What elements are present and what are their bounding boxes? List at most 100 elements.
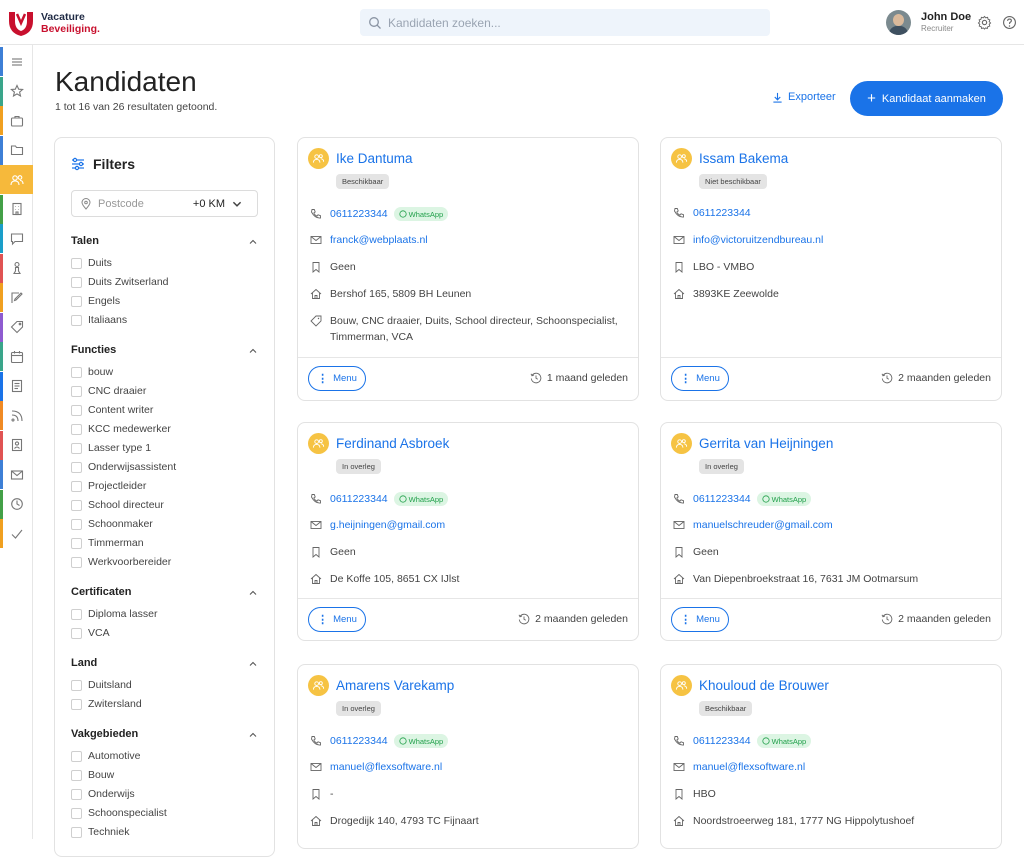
phone-link[interactable]: 0611223344 (693, 735, 751, 747)
email-link[interactable]: manuel@flexsoftware.nl (330, 761, 442, 773)
postcode-input[interactable]: Postcode (98, 198, 193, 210)
email-link[interactable]: info@victoruitzendbureau.nl (693, 234, 823, 246)
filter-group-title[interactable]: Functies (71, 344, 116, 356)
filter-option[interactable]: Bouw (71, 769, 114, 781)
checkbox[interactable] (71, 366, 82, 378)
email-link[interactable]: manuel@flexsoftware.nl (693, 761, 805, 773)
candidate-name[interactable]: Ferdinand Asbroek (336, 436, 449, 451)
filter-option[interactable]: Techniek (71, 826, 129, 838)
candidate-name[interactable]: Amarens Varekamp (336, 678, 454, 693)
filter-group-title[interactable]: Talen (71, 235, 99, 247)
menu-button[interactable]: ⋮ Menu (308, 607, 366, 632)
chevron-up-icon[interactable] (248, 346, 258, 356)
filter-option[interactable]: Projectleider (71, 480, 146, 492)
sidebar-item-person[interactable] (0, 253, 33, 283)
checkbox[interactable] (71, 295, 82, 307)
checkbox[interactable] (71, 461, 82, 473)
sidebar-item-check[interactable] (0, 519, 33, 548)
help-icon[interactable] (1002, 15, 1017, 30)
checkbox[interactable] (71, 750, 82, 762)
create-candidate-button[interactable]: + Kandidaat aanmaken (850, 81, 1003, 116)
sidebar-item-rss[interactable] (0, 401, 33, 430)
filter-option[interactable]: School directeur (71, 499, 164, 511)
filter-option[interactable]: Werkvoorbereider (71, 556, 171, 568)
user-menu[interactable]: John Doe Recruiter (886, 10, 971, 35)
sidebar-item-star[interactable] (0, 76, 33, 106)
sidebar-item-tag[interactable] (0, 312, 33, 342)
sidebar-item-users[interactable] (0, 165, 33, 194)
checkbox[interactable] (71, 423, 82, 435)
checkbox[interactable] (71, 276, 82, 288)
search-bar[interactable] (360, 9, 770, 36)
sidebar-item-building[interactable] (0, 194, 33, 224)
whatsapp-button[interactable]: WhatsApp (756, 492, 812, 506)
filter-option[interactable]: Schoonmaker (71, 518, 153, 530)
whatsapp-button[interactable]: WhatsApp (393, 492, 449, 506)
menu-button[interactable]: ⋮ Menu (671, 607, 729, 632)
filter-option[interactable]: Timmerman (71, 537, 144, 549)
search-input[interactable] (388, 15, 768, 30)
logo[interactable]: Vacature Beveiliging. (6, 9, 100, 37)
sidebar-item-briefcase[interactable] (0, 106, 33, 135)
email-link[interactable]: manuelschreuder@gmail.com (693, 519, 833, 531)
checkbox[interactable] (71, 788, 82, 800)
filter-group-title[interactable]: Certificaten (71, 586, 132, 598)
sidebar-item-document[interactable] (0, 371, 33, 401)
filter-option[interactable]: Onderwijsassistent (71, 461, 176, 473)
filter-option[interactable]: Duitsland (71, 679, 132, 691)
chevron-up-icon[interactable] (248, 659, 258, 669)
sidebar-item-mail[interactable] (0, 460, 33, 489)
checkbox[interactable] (71, 404, 82, 416)
checkbox[interactable] (71, 627, 82, 639)
menu-button[interactable]: ⋮ Menu (671, 366, 729, 391)
phone-link[interactable]: 0611223344 (330, 493, 388, 505)
chevron-down-icon[interactable] (231, 198, 243, 210)
checkbox[interactable] (71, 314, 82, 326)
filter-option[interactable]: VCA (71, 627, 110, 639)
phone-link[interactable]: 0611223344 (330, 735, 388, 747)
checkbox[interactable] (71, 826, 82, 838)
menu-button[interactable]: ⋮ Menu (308, 366, 366, 391)
checkbox[interactable] (71, 537, 82, 549)
sidebar-item-chat[interactable] (0, 224, 33, 253)
chevron-up-icon[interactable] (248, 237, 258, 247)
filter-group-title[interactable]: Vakgebieden (71, 728, 138, 740)
candidate-name[interactable]: Khouloud de Brouwer (699, 678, 829, 693)
chevron-up-icon[interactable] (248, 588, 258, 598)
filter-option[interactable]: bouw (71, 366, 113, 378)
sidebar-item-menu[interactable] (0, 47, 33, 76)
candidate-name[interactable]: Gerrita van Heijningen (699, 436, 833, 451)
phone-link[interactable]: 0611223344 (693, 493, 751, 505)
phone-link[interactable]: 0611223344 (693, 207, 751, 219)
filter-option[interactable]: Content writer (71, 404, 153, 416)
filter-option[interactable]: CNC draaier (71, 385, 146, 397)
radius-select[interactable]: +0 KM (193, 198, 225, 210)
candidate-name[interactable]: Ike Dantuma (336, 151, 413, 166)
filter-option[interactable]: Duits Zwitserland (71, 276, 169, 288)
filter-option[interactable]: Schoonspecialist (71, 807, 167, 819)
filter-option[interactable]: Diploma lasser (71, 608, 157, 620)
checkbox[interactable] (71, 807, 82, 819)
checkbox[interactable] (71, 698, 82, 710)
filter-option[interactable]: Automotive (71, 750, 141, 762)
checkbox[interactable] (71, 385, 82, 397)
sidebar-item-calendar[interactable] (0, 342, 33, 371)
filter-option[interactable]: Lasser type 1 (71, 442, 151, 454)
export-button[interactable]: Exporteer (772, 91, 836, 103)
checkbox[interactable] (71, 480, 82, 492)
sidebar-item-folder[interactable] (0, 135, 33, 165)
sidebar-item-contact[interactable] (0, 430, 33, 460)
postcode-field[interactable]: Postcode +0 KM (71, 190, 258, 217)
checkbox[interactable] (71, 608, 82, 620)
whatsapp-button[interactable]: WhatsApp (393, 207, 449, 221)
checkbox[interactable] (71, 442, 82, 454)
email-link[interactable]: franck@webplaats.nl (330, 234, 428, 246)
sidebar-item-edit[interactable] (0, 283, 33, 312)
filter-option[interactable]: Duits (71, 257, 112, 269)
whatsapp-button[interactable]: WhatsApp (393, 734, 449, 748)
filter-option[interactable]: Italiaans (71, 314, 127, 326)
checkbox[interactable] (71, 769, 82, 781)
checkbox[interactable] (71, 679, 82, 691)
filter-option[interactable]: Engels (71, 295, 120, 307)
checkbox[interactable] (71, 257, 82, 269)
